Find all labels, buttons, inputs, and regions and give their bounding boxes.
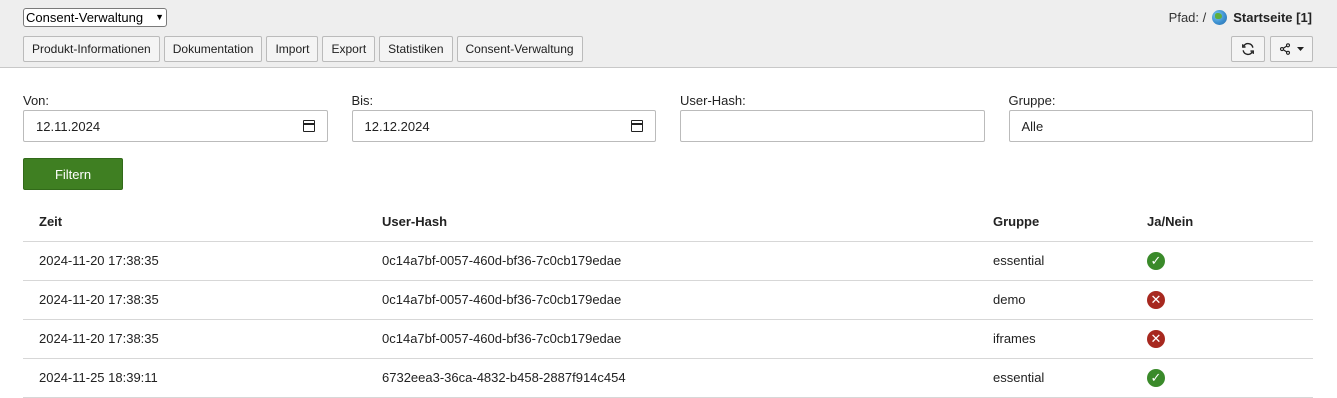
cell-status: ✓: [1131, 241, 1313, 281]
cell-gruppe: essential: [977, 358, 1131, 398]
to-date-value: 12.12.2024: [364, 118, 430, 134]
toolbar-actions: [1231, 36, 1313, 62]
user-hash-input[interactable]: [680, 110, 985, 142]
from-date-group: Von: 12.11.2024: [23, 93, 328, 142]
column-header-gruppe: Gruppe: [977, 203, 1131, 242]
consent-log-table: Zeit User-Hash Gruppe Ja/Nein 2024-11-20…: [23, 203, 1313, 398]
table-row: 2024-11-20 17:38:35 0c14a7bf-0057-460d-b…: [23, 319, 1313, 359]
cell-gruppe: iframes: [977, 319, 1131, 359]
cell-zeit: 2024-11-20 17:38:35: [23, 241, 366, 281]
user-hash-group: User-Hash:: [680, 93, 985, 142]
check-circle-icon: ✓: [1147, 251, 1165, 270]
produkt-informationen-button[interactable]: Produkt-Informationen: [23, 36, 160, 62]
share-icon: [1279, 43, 1291, 55]
group-filter-input[interactable]: Alle: [1008, 110, 1313, 142]
column-header-ja-nein: Ja/Nein: [1131, 203, 1313, 242]
x-circle-icon: ✕: [1147, 290, 1165, 309]
column-header-user-hash: User-Hash: [366, 203, 977, 242]
module-button-row: Produkt-Informationen Dokumentation Impo…: [23, 36, 583, 62]
table-header-row: Zeit User-Hash Gruppe Ja/Nein: [23, 203, 1313, 242]
column-header-zeit: Zeit: [23, 203, 366, 242]
cell-zeit: 2024-11-20 17:38:35: [23, 319, 366, 359]
from-date-input[interactable]: 12.11.2024: [23, 110, 328, 142]
import-button[interactable]: Import: [266, 36, 319, 62]
filter-form: Von: 12.11.2024 Bis: 12.12.2024 User-Has…: [23, 93, 1313, 142]
from-date-label: Von:: [23, 93, 50, 108]
group-filter-label: Gruppe:: [1008, 93, 1056, 108]
module-select[interactable]: Consent-Verwaltung ▼: [23, 8, 167, 27]
x-circle-icon: ✕: [1147, 329, 1165, 348]
calendar-icon[interactable]: [302, 120, 315, 132]
calendar-icon[interactable]: [631, 120, 643, 132]
cell-status: ✕: [1131, 280, 1313, 320]
cell-user-hash: 0c14a7bf-0057-460d-bf36-7c0cb179edae: [366, 319, 977, 359]
table-row: 2024-11-20 17:38:35 0c14a7bf-0057-460d-b…: [23, 241, 1313, 281]
cell-user-hash: 6732eea3-36ca-4832-b458-2887f914c454: [366, 358, 977, 398]
user-hash-label: User-Hash:: [680, 93, 746, 108]
cell-gruppe: essential: [977, 241, 1131, 281]
cell-status: ✕: [1131, 319, 1313, 359]
from-date-value: 12.11.2024: [36, 118, 101, 134]
caret-down-icon: [1297, 46, 1304, 51]
module-toolbar: Consent-Verwaltung ▼ Pfad: / Startseite …: [0, 0, 1337, 68]
cell-gruppe: demo: [977, 280, 1131, 320]
breadcrumb: Pfad: / Startseite [1]: [1169, 10, 1312, 25]
chevron-down-icon: ▼: [155, 12, 164, 22]
to-date-input[interactable]: 12.12.2024: [351, 110, 656, 142]
check-circle-icon: ✓: [1147, 368, 1165, 387]
path-page-title[interactable]: Startseite [1]: [1233, 10, 1312, 25]
share-button[interactable]: [1270, 36, 1313, 62]
cell-zeit: 2024-11-20 17:38:35: [23, 280, 366, 320]
to-date-group: Bis: 12.12.2024: [351, 93, 656, 142]
group-filter-value: Alle: [1021, 118, 1044, 134]
table-row: 2024-11-20 17:38:35 0c14a7bf-0057-460d-b…: [23, 280, 1313, 320]
cell-status: ✓: [1131, 358, 1313, 398]
globe-icon: [1212, 10, 1228, 25]
refresh-button[interactable]: [1231, 36, 1265, 62]
path-label: Pfad: /: [1168, 10, 1207, 25]
cell-zeit: 2024-11-25 18:39:11: [23, 358, 366, 398]
group-filter-group: Gruppe: Alle: [1008, 93, 1313, 142]
statistiken-button[interactable]: Statistiken: [379, 36, 453, 62]
cell-user-hash: 0c14a7bf-0057-460d-bf36-7c0cb179edae: [366, 280, 977, 320]
export-button[interactable]: Export: [322, 36, 376, 62]
cell-user-hash: 0c14a7bf-0057-460d-bf36-7c0cb179edae: [366, 241, 977, 281]
filter-submit-button[interactable]: Filtern: [23, 158, 123, 190]
module-select-value: Consent-Verwaltung: [26, 10, 144, 25]
to-date-label: Bis:: [351, 93, 374, 108]
consent-verwaltung-button[interactable]: Consent-Verwaltung: [456, 36, 583, 62]
refresh-icon: [1242, 42, 1254, 56]
table-row: 2024-11-25 18:39:11 6732eea3-36ca-4832-b…: [23, 358, 1313, 398]
dokumentation-button[interactable]: Dokumentation: [163, 36, 263, 62]
